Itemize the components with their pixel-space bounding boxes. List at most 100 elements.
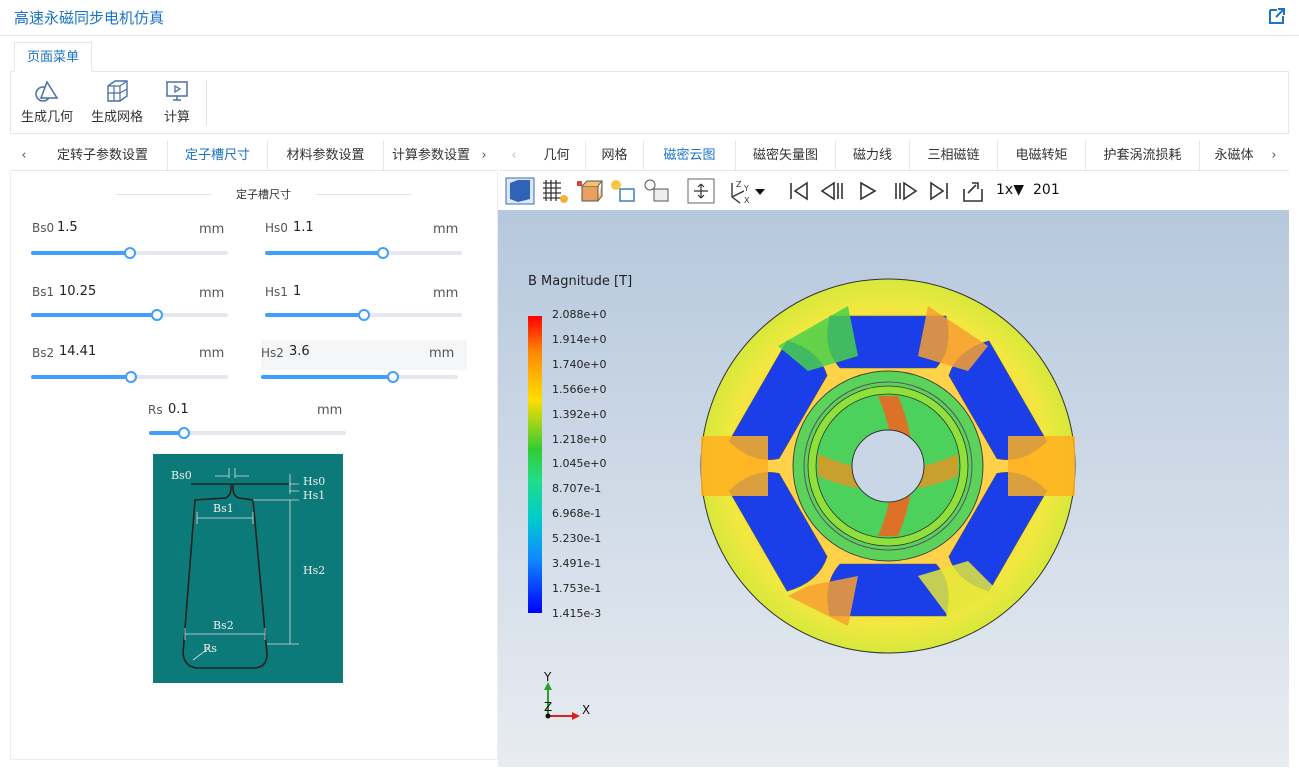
open-external-icon[interactable] <box>1267 6 1287 26</box>
hs1-unit: mm <box>433 286 459 301</box>
rs-unit: mm <box>317 403 343 418</box>
tab-flux-density-vector[interactable]: 磁密矢量图 <box>736 141 836 171</box>
legend-tick-label: 1.914e+0 <box>552 332 607 346</box>
fit-view-icon[interactable] <box>686 177 716 205</box>
right-tabs-prev-button[interactable]: ‹ <box>504 141 524 171</box>
hs2-value[interactable]: 3.6 <box>289 344 310 359</box>
bs2-slider[interactable] <box>31 371 228 383</box>
axis-x-label: X <box>582 703 591 717</box>
legend-tick-label: 1.045e+0 <box>552 457 607 471</box>
hs1-label: Hs1 <box>265 285 288 299</box>
hs2-slider-handle[interactable] <box>386 371 399 383</box>
first-frame-icon[interactable] <box>786 177 812 205</box>
rs-value[interactable]: 0.1 <box>168 402 189 417</box>
legend-tick-label: 5.230e-1 <box>552 532 602 546</box>
tab-stator-slot-size[interactable]: 定子槽尺寸 <box>168 141 268 171</box>
mesh-toggle-icon[interactable] <box>540 177 570 205</box>
viewer-toolbar: Z Y X 1x▼ 201 <box>500 172 1289 210</box>
bs2-slider-handle[interactable] <box>125 371 138 383</box>
axis-y-label: Y <box>544 670 552 684</box>
diagram-label-hs2: Hs2 <box>303 564 325 577</box>
hs1-value[interactable]: 1 <box>293 284 301 299</box>
bs1-slider[interactable] <box>31 309 228 321</box>
generate-mesh-label: 生成网格 <box>90 110 143 125</box>
slot-dimension-diagram: Bs0 Hs0 Hs1 Bs1 Hs2 Bs2 Rs <box>153 454 343 683</box>
tab-flux-density-contour[interactable]: 磁密云图 <box>644 141 736 171</box>
svg-text:X: X <box>744 196 750 205</box>
bs0-slider[interactable] <box>31 247 228 259</box>
playback-speed-dropdown[interactable]: 1x▼ <box>996 182 1024 198</box>
result-viewport[interactable]: B Magnitude [T] 2.088e+0 1.914e+0 1.740e+0… <box>498 210 1289 767</box>
color-legend-bar <box>528 316 542 613</box>
app-title: 高速永磁同步电机仿真 <box>14 9 165 27</box>
tab-material-params[interactable]: 材料参数设置 <box>268 141 384 171</box>
last-frame-icon[interactable] <box>926 177 952 205</box>
light-box-icon[interactable] <box>608 177 638 205</box>
light-bulb-box-icon[interactable] <box>642 177 672 205</box>
section-header: 定子槽尺寸 <box>116 186 411 202</box>
motor-flux-density-plot <box>700 278 1076 654</box>
right-tabs-next-button[interactable]: › <box>1264 141 1284 171</box>
tab-sleeve-eddy-loss[interactable]: 护套涡流损耗 <box>1086 141 1200 171</box>
hs0-slider-handle[interactable] <box>377 247 390 259</box>
mesh-cube-icon <box>107 80 128 102</box>
tab-rotor-stator-params[interactable]: 定转子参数设置 <box>38 141 168 171</box>
legend-tick-label: 1.415e-3 <box>552 606 602 620</box>
tab-calc-params[interactable]: 计算参数设置 <box>390 141 472 171</box>
tab-permanent-magnet[interactable]: 永磁体 <box>1206 141 1262 171</box>
hs1-slider[interactable] <box>265 309 462 321</box>
legend-tick-label: 8.707e-1 <box>552 482 602 496</box>
tab-mesh[interactable]: 网格 <box>586 141 644 171</box>
legend-tick-label: 1.392e+0 <box>552 407 607 421</box>
legend-tick-label: 1.566e+0 <box>552 382 607 396</box>
ribbon-toolbar: 生成几何 生成网格 计算 <box>10 72 1289 134</box>
tab-geometry[interactable]: 几何 <box>528 141 586 171</box>
rs-slider-handle[interactable] <box>178 427 191 439</box>
rs-label: Rs <box>148 403 163 417</box>
diagram-label-bs0: Bs0 <box>171 469 192 482</box>
generate-geometry-button[interactable]: 生成几何 <box>19 78 75 125</box>
legend-tick-label: 1.753e-1 <box>552 581 602 595</box>
hs1-slider-handle[interactable] <box>357 309 370 321</box>
axis-z-label: Z <box>544 700 553 714</box>
slot-dimension-drawing: Bs0 Hs0 Hs1 Bs1 Hs2 Bs2 Rs <box>171 468 325 669</box>
bs1-slider-handle[interactable] <box>151 309 164 321</box>
bs0-slider-handle[interactable] <box>123 247 136 259</box>
frame-number: 201 <box>1033 182 1060 198</box>
bs0-value[interactable]: 1.5 <box>57 220 78 235</box>
left-tabs-prev-button[interactable]: ‹ <box>14 141 34 171</box>
geometry-icon <box>35 80 59 102</box>
tab-em-torque[interactable]: 电磁转矩 <box>998 141 1086 171</box>
legend-tick-label: 3.491e-1 <box>552 557 602 570</box>
bs1-label: Bs1 <box>32 285 55 299</box>
page-menu-tab[interactable]: 页面菜单 <box>14 42 93 72</box>
tab-flux-lines[interactable]: 磁力线 <box>836 141 910 171</box>
next-frame-icon[interactable] <box>890 177 920 205</box>
hs0-unit: mm <box>433 222 459 237</box>
section-title: 定子槽尺寸 <box>236 188 291 201</box>
diagram-label-bs1: Bs1 <box>213 502 234 515</box>
left-tabs-next-button[interactable]: › <box>474 141 494 171</box>
menu-strip: 页面菜单 <box>10 42 1289 72</box>
right-tab-bar: ‹ 几何 网格 磁密云图 磁密矢量图 磁力线 三相磁链 电磁转矩 护套涡流损耗 … <box>500 141 1289 171</box>
export-icon[interactable] <box>960 177 986 205</box>
axis-orientation-icon[interactable]: Z Y X <box>724 177 768 205</box>
compute-button[interactable]: 计算 <box>157 78 197 125</box>
generate-mesh-button[interactable]: 生成网格 <box>89 78 145 125</box>
hs2-slider[interactable] <box>261 371 458 383</box>
hs0-value[interactable]: 1.1 <box>293 220 314 235</box>
bs1-value[interactable]: 10.25 <box>59 284 96 299</box>
bs2-label: Bs2 <box>32 346 55 360</box>
prev-frame-icon[interactable] <box>818 177 848 205</box>
hs0-label: Hs0 <box>265 221 288 235</box>
tab-three-phase-flux[interactable]: 三相磁链 <box>910 141 998 171</box>
rs-slider[interactable] <box>149 427 346 439</box>
left-tab-bar: ‹ 定转子参数设置 定子槽尺寸 材料参数设置 计算参数设置 › <box>10 141 498 171</box>
svg-text:Z: Z <box>736 180 742 189</box>
play-icon[interactable] <box>856 177 880 205</box>
legend-title: B Magnitude [T] <box>528 274 633 289</box>
bs2-value[interactable]: 14.41 <box>59 344 96 359</box>
view-box-icon[interactable] <box>504 177 536 205</box>
hs0-slider[interactable] <box>265 247 462 259</box>
color-cube-icon[interactable] <box>574 177 604 205</box>
